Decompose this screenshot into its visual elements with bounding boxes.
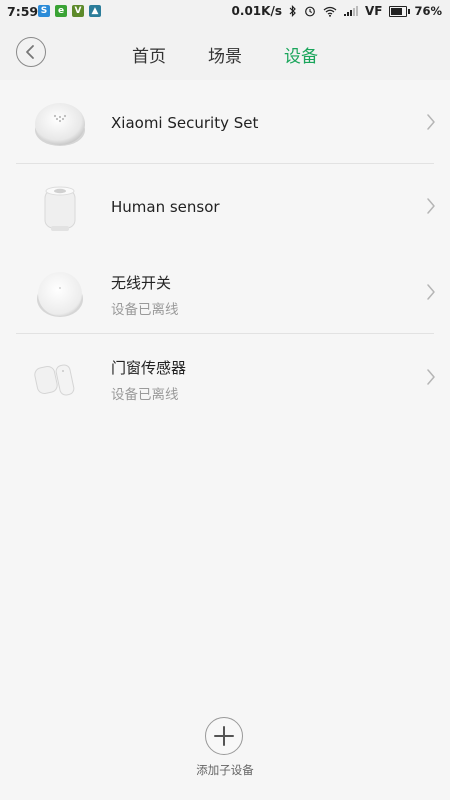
device-row[interactable]: Xiaomi Security Set — [0, 80, 450, 164]
carrier-label: VF — [364, 4, 383, 18]
status-right: 0.01K/s VF 76% — [232, 4, 442, 18]
signal-icon — [343, 6, 358, 16]
device-name: 无线开关 — [111, 274, 172, 292]
device-name: Xiaomi Security Set — [111, 114, 259, 132]
battery-icon — [389, 5, 411, 17]
net-speed: 0.01K/s — [231, 4, 282, 18]
app-notification-icon: e — [55, 5, 67, 17]
wireless-switch-icon — [37, 272, 83, 317]
device-status: 设备已离线 — [111, 387, 179, 403]
device-name: 门窗传感器 — [111, 359, 187, 377]
header: 首页 场景 设备 — [0, 24, 450, 80]
skype-icon: S — [38, 5, 50, 17]
device-row[interactable]: Human sensor — [0, 164, 450, 248]
tab-devices[interactable]: 设备 — [284, 42, 318, 67]
device-name: Human sensor — [111, 198, 220, 216]
device-row[interactable]: 门窗传感器 设备已离线 — [0, 335, 450, 419]
status-time: 7:59 — [7, 4, 39, 19]
wifi-icon — [323, 6, 337, 17]
device-status: 设备已离线 — [111, 302, 179, 318]
battery-percent: 76% — [414, 4, 442, 18]
battery-fill — [391, 7, 403, 15]
device-row[interactable]: 无线开关 设备已离线 — [0, 250, 450, 334]
screen: 7:59 S e V ▲ 0.01K/s VF 76% 首页 场景 设备 Xia… — [0, 0, 450, 800]
status-bar: 7:59 S e V ▲ 0.01K/s VF 76% — [0, 0, 450, 24]
chevron-right-icon — [427, 284, 435, 300]
add-subdevice-label: 添加子设备 — [196, 763, 254, 777]
tab-bar: 首页 场景 设备 — [0, 24, 450, 80]
photo-app-icon: ▲ — [89, 5, 101, 17]
chevron-right-icon — [427, 114, 435, 130]
door-window-sensor-icon — [34, 364, 75, 396]
plus-icon — [214, 726, 234, 746]
notification-icons: S e V ▲ — [38, 5, 101, 17]
tab-scenes[interactable]: 场景 — [208, 42, 242, 67]
motion-sensor-icon — [44, 186, 76, 231]
alarm-icon — [305, 6, 315, 17]
bluetooth-icon — [289, 5, 296, 17]
vine-icon: V — [72, 5, 84, 17]
chevron-right-icon — [427, 198, 435, 214]
gateway-icon — [35, 103, 85, 146]
add-subdevice-button[interactable] — [205, 717, 243, 755]
tab-home[interactable]: 首页 — [132, 42, 166, 67]
divider — [16, 333, 434, 334]
chevron-right-icon — [427, 369, 435, 385]
